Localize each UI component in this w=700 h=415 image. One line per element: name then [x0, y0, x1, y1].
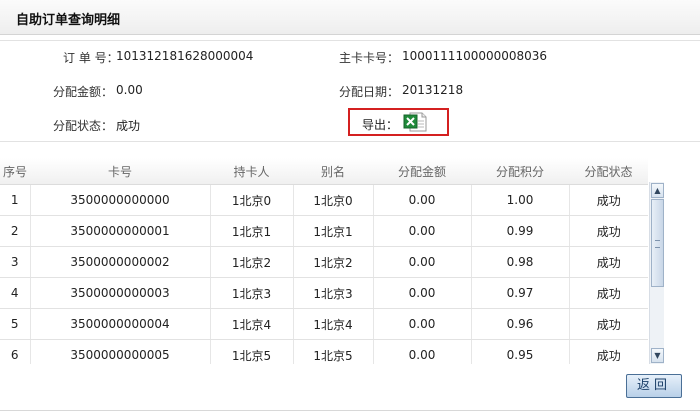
- table-row[interactable]: 1 3500000000000 1北京0 1北京0 0.00 1.00 成功: [0, 184, 648, 216]
- row-status: 成功: [569, 215, 648, 247]
- status-label: 分配状态：: [53, 119, 114, 133]
- row-card-number: 3500000000001: [30, 215, 211, 247]
- row-alias: 1北京2: [293, 246, 374, 278]
- card-detail-table: 序号 卡号 持卡人 别名 分配金额 分配积分 分配状态 1 3500000000…: [0, 158, 648, 364]
- status-value: 成功: [116, 119, 141, 133]
- row-amount: 0.00: [373, 246, 472, 278]
- table-header-row: 序号 卡号 持卡人 别名 分配金额 分配积分 分配状态: [0, 158, 648, 185]
- date-value: 20131218: [402, 83, 464, 97]
- row-points: 0.96: [471, 308, 570, 340]
- row-card-number: 3500000000004: [30, 308, 211, 340]
- scrollbar-thumb[interactable]: [651, 199, 664, 287]
- table-row[interactable]: 5 3500000000004 1北京4 1北京4 0.00 0.96 成功: [0, 308, 648, 340]
- main-card-label: 主卡卡号：: [339, 51, 400, 65]
- row-index: 2: [0, 215, 31, 247]
- row-holder: 1北京0: [210, 184, 294, 216]
- date-label: 分配日期：: [339, 85, 400, 99]
- bottom-divider: [0, 410, 700, 411]
- card-detail-grid: 序号 卡号 持卡人 别名 分配金额 分配积分 分配状态 1 3500000000…: [0, 158, 664, 364]
- page-title: 自助订单查询明细: [16, 13, 121, 28]
- table-row[interactable]: 3 3500000000002 1北京2 1北京2 0.00 0.98 成功: [0, 246, 648, 278]
- row-amount: 0.00: [373, 339, 472, 364]
- row-index: 5: [0, 308, 31, 340]
- table-scrollbar[interactable]: ▲ ▼: [649, 182, 664, 364]
- order-number-label: 订 单 号：: [63, 51, 119, 65]
- row-card-number: 3500000000002: [30, 246, 211, 278]
- row-index: 3: [0, 246, 31, 278]
- row-points: 1.00: [471, 184, 570, 216]
- row-alias: 1北京3: [293, 277, 374, 309]
- row-points: 0.98: [471, 246, 570, 278]
- row-alias: 1北京4: [293, 308, 374, 340]
- scrollbar-grip: [655, 240, 660, 248]
- row-holder: 1北京2: [210, 246, 294, 278]
- excel-icon[interactable]: [403, 111, 428, 133]
- back-button[interactable]: 返回: [626, 374, 682, 398]
- main-card-value: 1000111100000008036: [402, 49, 548, 63]
- row-holder: 1北京1: [210, 215, 294, 247]
- row-amount: 0.00: [373, 215, 472, 247]
- row-status: 成功: [569, 339, 648, 364]
- column-header-card-number[interactable]: 卡号: [30, 158, 210, 185]
- chevron-down-icon[interactable]: ▼: [651, 348, 664, 363]
- order-number-value: 101312181628000004: [116, 49, 254, 63]
- column-header-index[interactable]: 序号: [0, 158, 30, 185]
- column-header-points[interactable]: 分配积分: [471, 158, 569, 185]
- column-header-amount[interactable]: 分配金额: [373, 158, 471, 185]
- export-label: 导出：: [362, 118, 399, 132]
- row-amount: 0.00: [373, 184, 472, 216]
- row-card-number: 3500000000000: [30, 184, 211, 216]
- row-status: 成功: [569, 277, 648, 309]
- chevron-up-icon[interactable]: ▲: [651, 183, 664, 198]
- row-index: 4: [0, 277, 31, 309]
- column-header-status[interactable]: 分配状态: [569, 158, 648, 185]
- table-row[interactable]: 2 3500000000001 1北京1 1北京1 0.00 0.99 成功: [0, 215, 648, 247]
- row-card-number: 3500000000003: [30, 277, 211, 309]
- row-status: 成功: [569, 308, 648, 340]
- row-alias: 1北京0: [293, 184, 374, 216]
- row-alias: 1北京5: [293, 339, 374, 364]
- column-header-holder[interactable]: 持卡人: [210, 158, 293, 185]
- row-index: 1: [0, 184, 31, 216]
- table-row[interactable]: 4 3500000000003 1北京3 1北京3 0.00 0.97 成功: [0, 277, 648, 309]
- row-holder: 1北京4: [210, 308, 294, 340]
- row-holder: 1北京3: [210, 277, 294, 309]
- page-header: 自助订单查询明细: [0, 0, 700, 35]
- row-points: 0.97: [471, 277, 570, 309]
- row-amount: 0.00: [373, 277, 472, 309]
- row-alias: 1北京1: [293, 215, 374, 247]
- column-header-alias[interactable]: 别名: [293, 158, 373, 185]
- row-card-number: 3500000000005: [30, 339, 211, 364]
- row-points: 0.99: [471, 215, 570, 247]
- row-points: 0.95: [471, 339, 570, 364]
- amount-value: 0.00: [116, 83, 143, 97]
- row-status: 成功: [569, 246, 648, 278]
- table-row[interactable]: 6 3500000000005 1北京5 1北京5 0.00 0.95 成功: [0, 339, 648, 364]
- row-status: 成功: [569, 184, 648, 216]
- row-amount: 0.00: [373, 308, 472, 340]
- row-holder: 1北京5: [210, 339, 294, 364]
- amount-label: 分配金额：: [53, 85, 114, 99]
- row-index: 6: [0, 339, 31, 364]
